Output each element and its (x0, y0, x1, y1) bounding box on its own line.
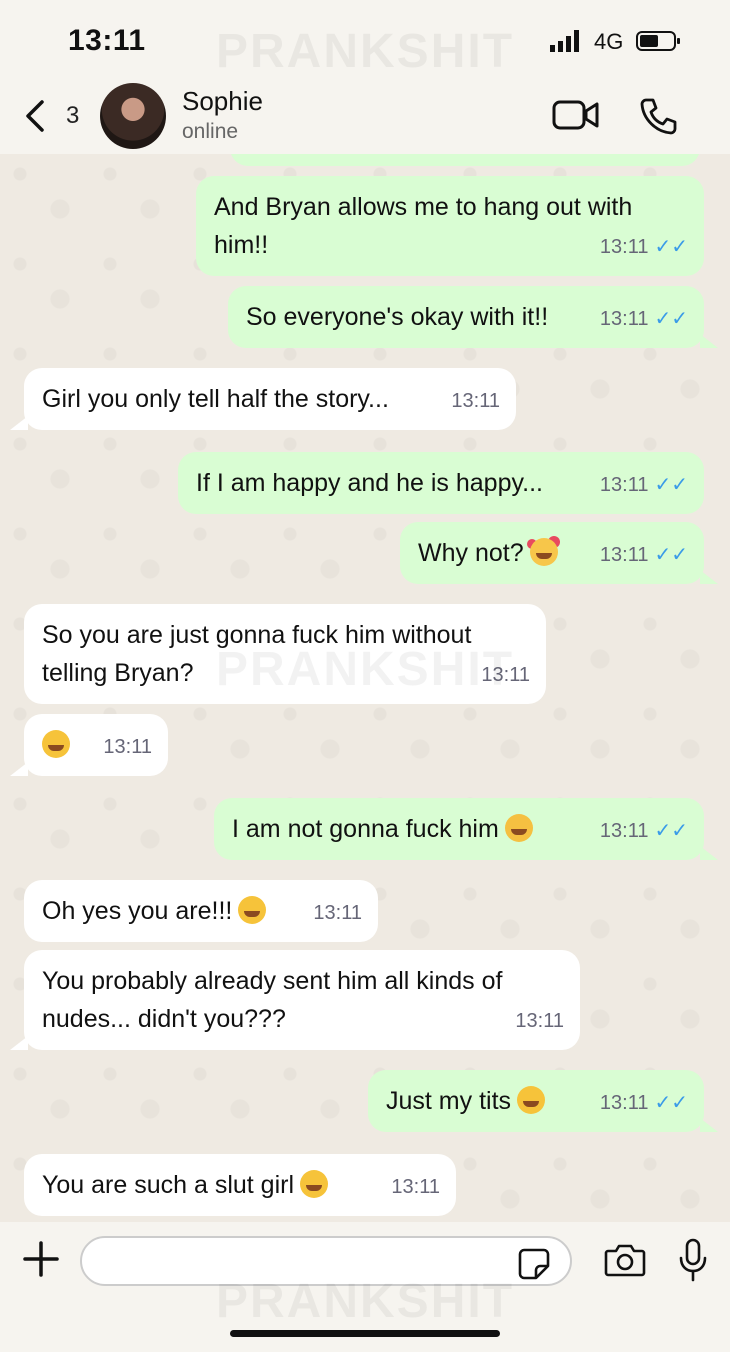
message-bubble-outgoing[interactable]: If I am happy and he is happy... 13:11 ✓✓ (178, 452, 704, 514)
watermark: PRANKSHIT (216, 25, 515, 78)
message-bubble-incoming[interactable]: Oh yes you are!!! 13:11 (24, 880, 378, 942)
message-text: Girl you only tell half the story... (42, 385, 389, 413)
chat-header: 3 Sophie online (0, 78, 730, 154)
bubble-tail (10, 762, 28, 776)
message-time: 13:11 (599, 236, 649, 258)
message-bubble-outgoing[interactable]: I am not gonna fuck him 13:11 ✓✓ (214, 798, 704, 860)
microphone-icon[interactable] (678, 1238, 708, 1282)
message-text: You are such a slut girl (42, 1171, 295, 1199)
chevron-left-icon[interactable] (22, 96, 52, 136)
grinning-sweat-icon (42, 730, 70, 758)
message-text: I am not gonna fuck him (232, 815, 499, 843)
message-time: 13:11 (451, 390, 500, 412)
sticker-icon[interactable] (518, 1248, 550, 1280)
message-time: 13:11 (313, 902, 362, 924)
watermark: PRANKSHIT (216, 643, 515, 696)
watermark: PRANKSHIT (216, 1275, 515, 1328)
tears-of-joy-icon (238, 896, 267, 924)
message-bubble-incoming[interactable]: You probably already sent him all kinds … (24, 950, 580, 1050)
message-bubble-incoming[interactable]: 13:11 (24, 714, 168, 776)
unread-count[interactable]: 3 (66, 102, 79, 130)
network-label: 4G (594, 29, 624, 54)
message-bubble-incoming[interactable]: Girl you only tell half the story... 13:… (24, 368, 516, 430)
message-time: 13:11 (391, 1176, 440, 1198)
message-time: 13:11 (599, 308, 649, 330)
signal-icon (550, 30, 579, 52)
double-check-icon: ✓✓ (654, 820, 688, 842)
message-time: 13:11 (599, 820, 649, 842)
message-bubble-outgoing[interactable]: And Bryan allows me to hang out with him… (196, 176, 704, 276)
message-bubble-outgoing[interactable]: So everyone's okay with it!! 13:11 ✓✓ (228, 286, 704, 348)
status-time: 13:11 (68, 24, 146, 57)
phone-icon[interactable] (638, 96, 678, 136)
bubble-tail (700, 570, 718, 584)
double-check-icon: ✓✓ (654, 308, 688, 330)
bubble-tail (10, 416, 28, 430)
double-check-icon: ✓✓ (654, 474, 688, 496)
double-check-icon: ✓✓ (654, 236, 688, 258)
bubble-tail (700, 334, 718, 348)
video-camera-icon[interactable] (552, 98, 600, 132)
message-text: Just my tits (386, 1087, 512, 1115)
smiling-face-with-hearts-icon (529, 538, 558, 566)
camera-icon[interactable] (604, 1242, 646, 1278)
message-time: 13:11 (599, 1092, 649, 1114)
message-bubble-outgoing[interactable]: Why not? 13:11 ✓✓ (400, 522, 704, 584)
chat-area[interactable]: And Bryan allows me to hang out with him… (0, 154, 730, 1222)
message-text: Why not? (418, 539, 524, 567)
bubble-tail (10, 1036, 28, 1050)
home-indicator[interactable] (230, 1330, 500, 1337)
bubble-tail (700, 846, 718, 860)
status-bar: 13:11 4G PRANKSHIT (0, 0, 730, 80)
contact-name[interactable]: Sophie (182, 86, 263, 117)
double-check-icon: ✓✓ (654, 1092, 688, 1114)
squinting-tongue-icon (300, 1170, 329, 1198)
relieved-face-icon (504, 814, 533, 842)
message-bubble-incoming[interactable]: You are such a slut girl 13:11 (24, 1154, 456, 1216)
flushed-face-icon (517, 1086, 546, 1114)
message-time: 13:11 (599, 544, 649, 566)
double-check-icon: ✓✓ (654, 544, 688, 566)
plus-icon[interactable] (22, 1240, 60, 1278)
message-time: 13:11 (103, 736, 152, 758)
message-time: 13:11 (515, 1010, 564, 1032)
message-text: You probably already sent him all kinds … (42, 967, 503, 1033)
message-bubble-partial (230, 154, 700, 166)
contact-avatar[interactable] (100, 83, 166, 149)
contact-status: online (182, 120, 239, 143)
message-text: Oh yes you are!!! (42, 897, 233, 925)
bubble-tail (700, 1118, 718, 1132)
message-composer: PRANKSHIT (0, 1222, 730, 1352)
message-bubble-outgoing[interactable]: Just my tits 13:11 ✓✓ (368, 1070, 704, 1132)
battery-icon (636, 31, 680, 51)
message-time: 13:11 (599, 474, 649, 496)
